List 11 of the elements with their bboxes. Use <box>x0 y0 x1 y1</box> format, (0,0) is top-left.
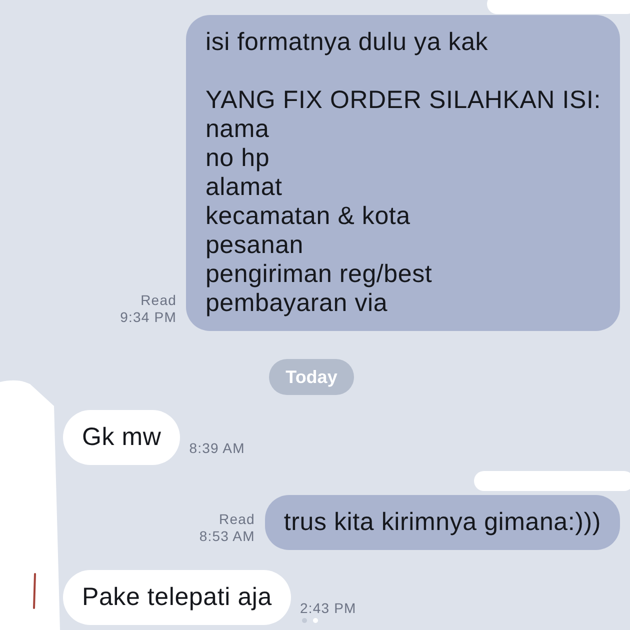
message-time: 2:43 PM <box>300 600 356 617</box>
date-chip: Today <box>268 359 354 395</box>
message-bubble: Pake telepati aja <box>63 570 291 625</box>
message-time: 8:53 AM <box>199 528 255 545</box>
message-time: 8:39 AM <box>189 440 245 457</box>
read-receipt: Read <box>140 292 176 309</box>
message-bubble: trus kita kirimnya gimana:))) <box>264 495 620 550</box>
message-bubble: isi formatnya dulu ya kak YANG FIX ORDER SILAHKAN ISI: nama no hp alamat kecamatan & kota pesanan pengiriman reg/best pembayaran via <box>186 15 620 331</box>
read-receipt: Read <box>219 511 255 528</box>
message-time: 9:34 PM <box>120 309 176 326</box>
message-bubble: Gk mw <box>63 410 180 465</box>
